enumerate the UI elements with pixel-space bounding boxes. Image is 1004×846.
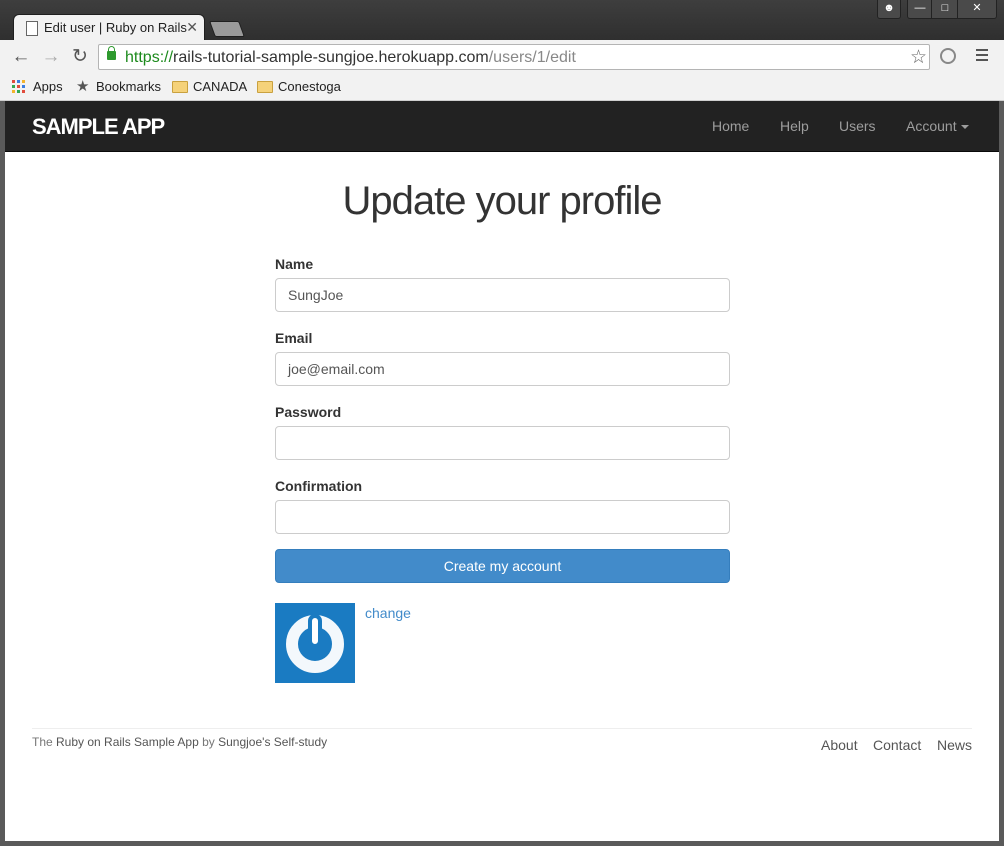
nav-home[interactable]: Home: [712, 118, 749, 134]
confirmation-label: Confirmation: [275, 478, 363, 494]
confirmation-input[interactable]: [275, 500, 730, 534]
page-content: SAMPLE APP Home Help Users Account Updat…: [5, 101, 999, 841]
document-icon: [26, 21, 38, 36]
password-label: Password: [275, 404, 342, 420]
password-input[interactable]: [275, 426, 730, 460]
gravatar-avatar: [275, 603, 355, 683]
new-tab-button[interactable]: [209, 21, 245, 37]
browser-toolbar: ← → ↻ https://rails-tutorial-sample-sung…: [0, 40, 1004, 74]
footer-credit: The Ruby on Rails Sample App by Sungjoe'…: [32, 735, 328, 749]
minimize-button[interactable]: —: [907, 0, 933, 19]
email-label: Email: [275, 330, 313, 346]
power-icon: [286, 614, 344, 673]
reload-icon[interactable]: ↻: [69, 46, 91, 68]
name-label: Name: [275, 256, 314, 272]
submit-button[interactable]: Create my account: [275, 549, 730, 583]
address-bar[interactable]: https://rails-tutorial-sample-sungjoe.he…: [98, 44, 930, 70]
profile-button[interactable]: ☻: [877, 0, 901, 19]
rails-tutorial-link[interactable]: Ruby on Rails Sample App: [56, 735, 199, 749]
change-avatar-link[interactable]: change: [365, 605, 411, 621]
tab-strip: Edit user | Ruby on Rails ✕ ☻ — □ ✕: [0, 0, 1004, 41]
tab-close-icon[interactable]: ✕: [186, 19, 198, 36]
bookmarks-bar: Apps ★ Bookmarks CANADA Conestoga: [0, 74, 1004, 101]
caret-down-icon: [960, 125, 969, 130]
footer-news[interactable]: News: [937, 737, 972, 753]
folder-icon: [257, 81, 273, 93]
footer-divider: [32, 728, 972, 729]
tab-title: Edit user | Ruby on Rails: [44, 20, 187, 35]
nav-users[interactable]: Users: [839, 118, 876, 134]
url-text: https://rails-tutorial-sample-sungjoe.he…: [125, 49, 576, 66]
back-icon[interactable]: ←: [10, 46, 32, 68]
name-input[interactable]: SungJoe: [275, 278, 730, 312]
browser-tab[interactable]: Edit user | Ruby on Rails ✕: [14, 15, 204, 41]
footer-contact[interactable]: Contact: [873, 737, 921, 753]
forward-icon[interactable]: →: [40, 46, 62, 68]
browser-window: Edit user | Ruby on Rails ✕ ☻ — □ ✕ ← → …: [0, 0, 1004, 846]
bookmark-conestoga[interactable]: Conestoga: [278, 79, 341, 94]
extension-icon[interactable]: [940, 48, 956, 64]
footer-about[interactable]: About: [821, 737, 858, 753]
lock-icon: [107, 46, 116, 60]
site-navbar: SAMPLE APP Home Help Users Account: [5, 101, 999, 152]
email-input[interactable]: joe@email.com: [275, 352, 730, 386]
menu-icon[interactable]: [976, 49, 988, 64]
apps-icon[interactable]: [12, 80, 26, 94]
folder-icon: [172, 81, 188, 93]
close-window-button[interactable]: ✕: [957, 0, 997, 19]
bookmark-star-icon[interactable]: ☆: [910, 46, 927, 69]
brand-logo[interactable]: SAMPLE APP: [32, 114, 165, 140]
nav-account-dropdown[interactable]: Account: [906, 118, 969, 134]
bookmark-bookmarks[interactable]: Bookmarks: [96, 79, 161, 94]
bookmark-canada[interactable]: CANADA: [193, 79, 247, 94]
nav-help[interactable]: Help: [780, 118, 809, 134]
maximize-button[interactable]: □: [931, 0, 959, 19]
bookmark-apps[interactable]: Apps: [33, 79, 63, 94]
bookmarks-star-icon: ★: [76, 78, 90, 95]
page-title: Update your profile: [342, 179, 663, 223]
author-link[interactable]: Sungjoe's Self-study: [218, 735, 327, 749]
